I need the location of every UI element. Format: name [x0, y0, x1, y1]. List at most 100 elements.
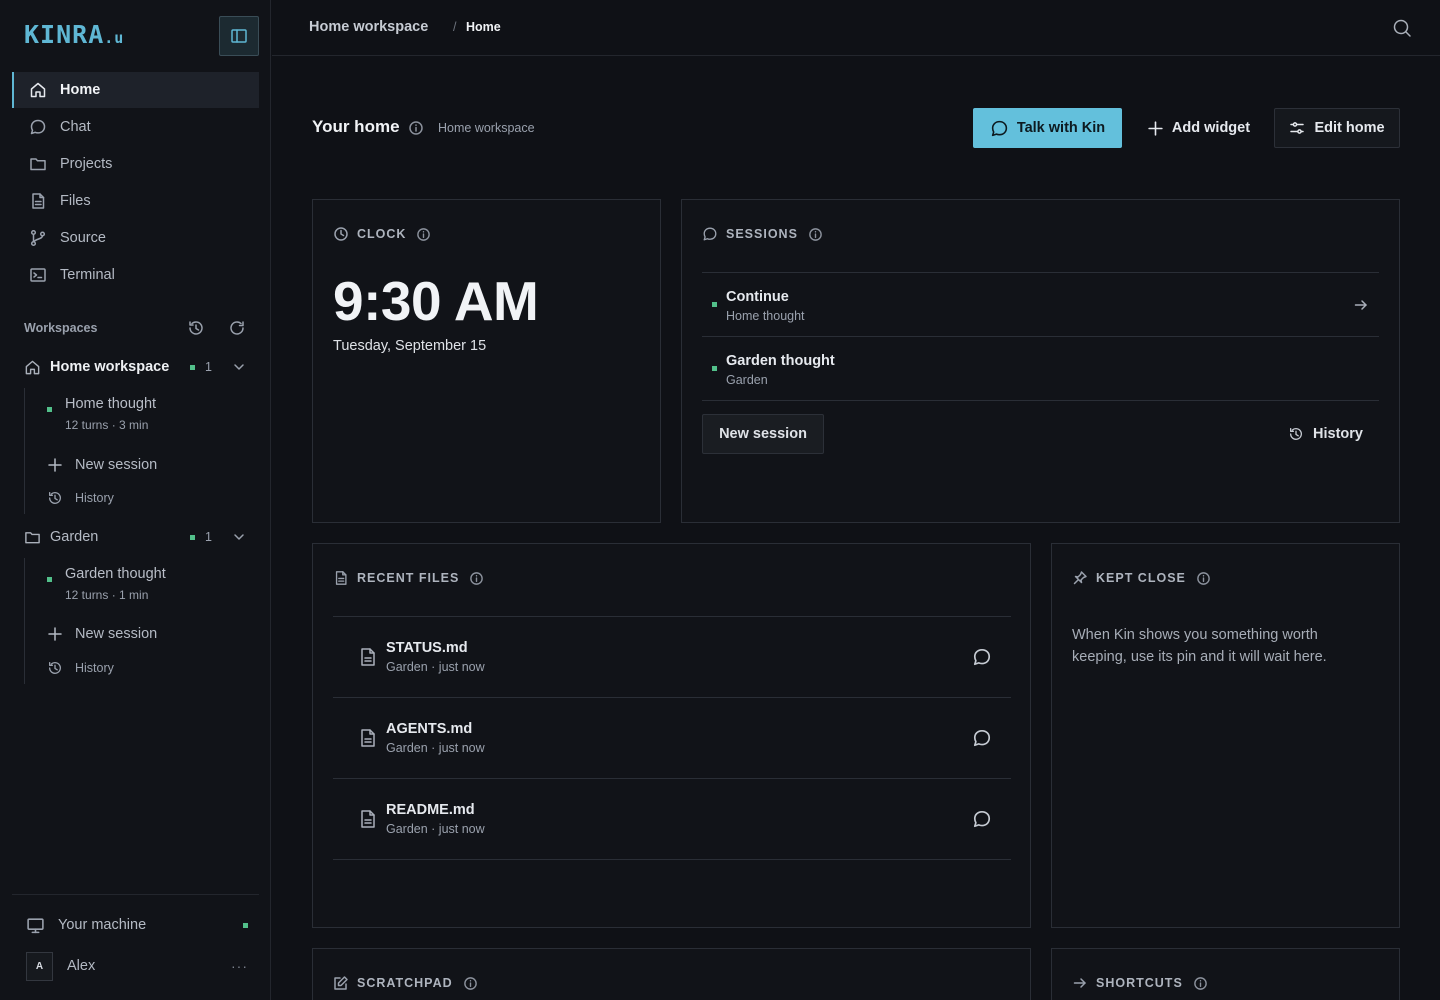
- new-session-label: New session: [75, 457, 158, 473]
- chevron-down-icon[interactable]: [232, 530, 246, 544]
- file-name: README.md: [386, 802, 475, 818]
- widget-title: RECENT FILES: [357, 571, 460, 585]
- nav-item-chat[interactable]: Chat: [12, 109, 259, 145]
- file-icon: [361, 810, 375, 828]
- recent-files-widget: RECENT FILES STATUS.md Garden · just now…: [312, 543, 1031, 928]
- file-list: STATUS.md Garden · just now AGENTS.md Ga…: [333, 616, 1011, 860]
- nav-item-terminal[interactable]: Terminal: [12, 257, 259, 293]
- session-garden-thought[interactable]: Garden thought Garden: [702, 337, 1379, 401]
- info-icon[interactable]: [1196, 571, 1211, 586]
- history-label: History: [75, 491, 114, 505]
- info-icon[interactable]: [469, 571, 484, 586]
- sliders-icon: [1290, 122, 1305, 134]
- online-dot: [243, 922, 248, 928]
- nav-label: Chat: [60, 119, 91, 135]
- breadcrumb-workspace[interactable]: Home workspace: [309, 19, 428, 35]
- nav-item-home[interactable]: Home: [12, 72, 259, 108]
- info-icon[interactable]: [1193, 976, 1208, 991]
- widget-title: SCRATCHPAD: [357, 976, 453, 990]
- button-label: Add widget: [1171, 120, 1251, 136]
- app-logo[interactable]: KINRA.u: [24, 22, 124, 51]
- history-link[interactable]: History: [47, 488, 114, 508]
- history-button[interactable]: History: [1288, 422, 1363, 446]
- new-session-label: New session: [75, 626, 158, 642]
- history-label: History: [75, 661, 114, 675]
- machine-status[interactable]: Your machine: [26, 914, 248, 936]
- refresh-icon[interactable]: [228, 319, 246, 337]
- main-nav: Home Chat Projects Files Source Terminal: [12, 72, 259, 294]
- session-item-home-thought[interactable]: Home thought 12 turns · 3 min: [47, 396, 247, 436]
- chat-icon[interactable]: [972, 728, 992, 748]
- page-subtitle: Home workspace: [438, 121, 535, 135]
- scratchpad-widget: SCRATCHPAD: [312, 948, 1031, 1000]
- breadcrumb-separator: /: [453, 20, 457, 34]
- session-continue[interactable]: Continue Home thought: [702, 273, 1379, 337]
- session-subtitle: Garden: [726, 373, 768, 387]
- widget-header: RECENT FILES: [333, 570, 484, 586]
- talk-with-kin-button[interactable]: Talk with Kin: [973, 108, 1122, 148]
- file-row[interactable]: AGENTS.md Garden · just now: [333, 698, 1011, 779]
- toggle-sidebar-button[interactable]: [219, 16, 259, 56]
- more-icon[interactable]: ···: [231, 958, 248, 974]
- new-session-button[interactable]: New session: [47, 624, 157, 644]
- session-title: Garden thought: [65, 566, 166, 582]
- widget-header: KEPT CLOSE: [1072, 570, 1211, 586]
- chat-icon[interactable]: [972, 647, 992, 667]
- new-session-button[interactable]: New session: [702, 414, 824, 454]
- user-menu[interactable]: A Alex ···: [26, 951, 248, 981]
- session-list: Continue Home thought Garden thought Gar…: [702, 272, 1379, 401]
- search-icon[interactable]: [1391, 17, 1413, 39]
- session-item-garden-thought[interactable]: Garden thought 12 turns · 1 min: [47, 566, 247, 606]
- workspace-garden[interactable]: Garden 1: [24, 525, 246, 549]
- session-count: 1: [205, 360, 212, 374]
- add-widget-button[interactable]: Add widget: [1136, 108, 1261, 148]
- workspaces-header: Workspaces: [24, 318, 246, 338]
- chevron-down-icon[interactable]: [232, 360, 246, 374]
- file-icon: [361, 648, 375, 666]
- nav-item-files[interactable]: Files: [12, 183, 259, 219]
- history-icon[interactable]: [187, 319, 205, 337]
- history-icon: [1290, 427, 1302, 440]
- history-icon: [49, 661, 61, 674]
- widget-header: CLOCK: [333, 226, 431, 242]
- machine-label: Your machine: [58, 917, 147, 933]
- workspaces-title: Workspaces: [24, 321, 98, 335]
- nav-item-projects[interactable]: Projects: [12, 146, 259, 182]
- history-link[interactable]: History: [47, 658, 114, 678]
- shortcuts-widget: SHORTCUTS: [1051, 948, 1400, 1000]
- info-icon[interactable]: [416, 227, 431, 242]
- status-dot: [190, 534, 196, 540]
- workspace-name: Garden: [50, 529, 99, 545]
- home-icon: [30, 82, 46, 98]
- file-name: AGENTS.md: [386, 721, 473, 737]
- new-session-button[interactable]: New session: [47, 455, 157, 475]
- file-name: STATUS.md: [386, 640, 468, 656]
- empty-state-text: When Kin shows you something worth keepi…: [1072, 627, 1327, 665]
- nav-item-source[interactable]: Source: [12, 220, 259, 256]
- info-icon[interactable]: [463, 976, 478, 991]
- edit-home-button[interactable]: Edit home: [1274, 108, 1400, 148]
- chat-icon: [991, 120, 1007, 136]
- widget-header: SHORTCUTS: [1072, 975, 1208, 991]
- divider: [12, 894, 259, 895]
- sidebar: KINRA.u Home Chat Projects Files Source …: [0, 0, 271, 1000]
- workspace-home[interactable]: Home workspace 1: [24, 355, 246, 379]
- widget-title: CLOCK: [357, 227, 407, 241]
- chat-icon[interactable]: [972, 809, 992, 829]
- session-title: Continue: [726, 289, 789, 305]
- edit-icon: [334, 976, 348, 990]
- info-icon[interactable]: [408, 120, 424, 136]
- pin-icon: [1073, 571, 1087, 585]
- file-row[interactable]: README.md Garden · just now: [333, 779, 1011, 860]
- history-icon: [49, 491, 61, 504]
- top-bar: Home workspace / Home: [272, 0, 1440, 56]
- widget-title: KEPT CLOSE: [1096, 571, 1186, 585]
- button-label: Talk with Kin: [1016, 120, 1106, 136]
- sidebar-panel-icon: [231, 29, 247, 43]
- file-meta: Garden · just now: [386, 741, 485, 755]
- arrow-right-icon[interactable]: [1353, 297, 1369, 313]
- file-row[interactable]: STATUS.md Garden · just now: [333, 617, 1011, 698]
- nav-label: Home: [60, 82, 101, 98]
- info-icon[interactable]: [808, 227, 823, 242]
- widget-header: SESSIONS: [702, 226, 823, 242]
